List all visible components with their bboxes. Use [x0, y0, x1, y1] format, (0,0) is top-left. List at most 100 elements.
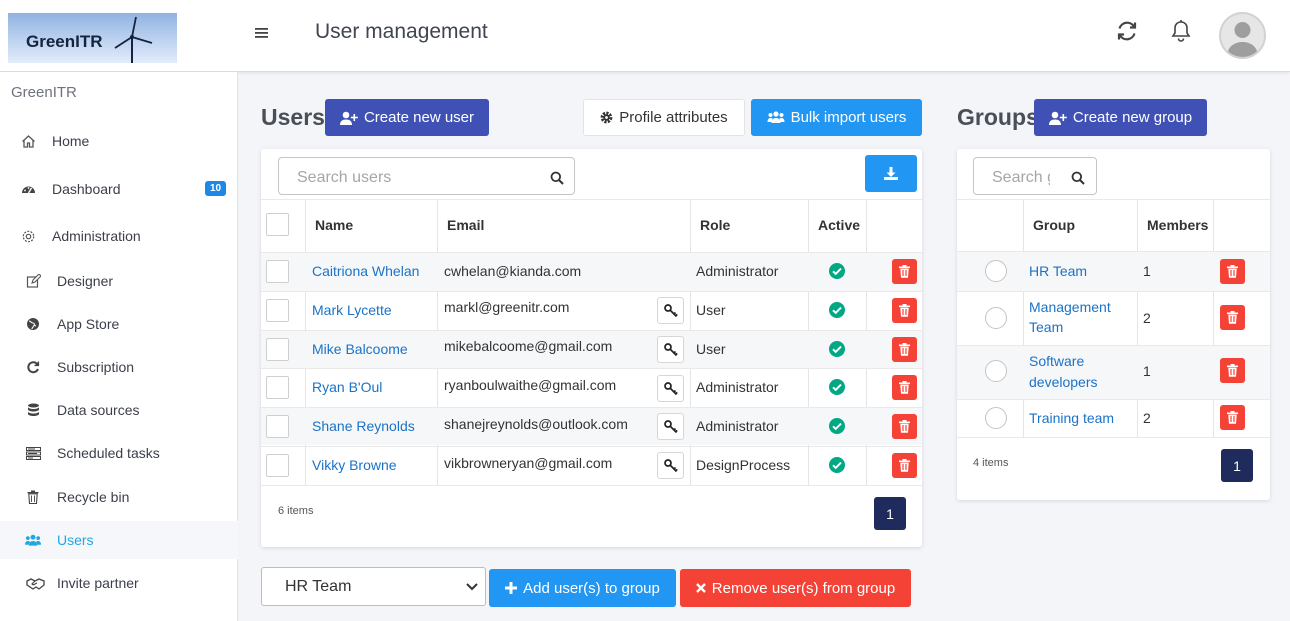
trash-icon	[1227, 265, 1238, 278]
delete-user-button[interactable]	[892, 453, 917, 478]
user-name-link[interactable]: Mike Balcoome	[312, 341, 408, 357]
page-button[interactable]: 1	[874, 497, 906, 530]
sidebar-item-dashboard[interactable]: Dashboard 10	[0, 170, 238, 208]
row-checkbox[interactable]	[266, 454, 289, 477]
group-select[interactable]: HR Team	[261, 567, 486, 606]
avatar[interactable]	[1219, 12, 1266, 59]
sidebar: GreenITR Home Dashboard 10 Administratio…	[0, 72, 238, 621]
reset-password-button[interactable]	[657, 297, 684, 324]
column-header-role[interactable]: Role	[700, 217, 730, 233]
delete-user-button[interactable]	[892, 414, 917, 439]
sidebar-item-scheduled-tasks[interactable]: Scheduled tasks	[0, 434, 238, 472]
sidebar-item-label: Data sources	[57, 402, 140, 418]
page-title: User management	[315, 20, 488, 43]
remove-from-group-button[interactable]: Remove user(s) from group	[680, 569, 911, 607]
sidebar-item-home[interactable]: Home	[0, 122, 238, 160]
sidebar-item-administration[interactable]: Administration	[0, 217, 238, 255]
column-header-name[interactable]: Name	[315, 217, 353, 233]
user-name-link[interactable]: Mark Lycette	[312, 302, 392, 318]
delete-user-button[interactable]	[892, 259, 917, 284]
reset-password-button[interactable]	[657, 452, 684, 479]
sidebar-item-designer[interactable]: Designer	[0, 262, 238, 300]
refresh-icon[interactable]	[1115, 19, 1139, 43]
divider	[957, 345, 1270, 346]
user-name-link[interactable]: Shane Reynolds	[312, 418, 415, 434]
row-checkbox[interactable]	[266, 376, 289, 399]
download-button[interactable]	[865, 155, 917, 192]
user-role: User	[696, 302, 726, 318]
column-header-members[interactable]: Members	[1147, 217, 1208, 233]
reset-password-button[interactable]	[657, 336, 684, 363]
group-name-link[interactable]: HR Team	[1029, 263, 1087, 279]
column-header-group[interactable]: Group	[1033, 217, 1075, 233]
trash-icon	[1227, 411, 1238, 424]
bulk-import-button[interactable]: Bulk import users	[751, 99, 922, 136]
delete-group-button[interactable]	[1220, 405, 1245, 430]
profile-attributes-button[interactable]: Profile attributes	[583, 99, 745, 136]
delete-group-button[interactable]	[1220, 259, 1245, 284]
page-button[interactable]: 1	[1221, 449, 1253, 482]
user-name-link[interactable]: Caitriona Whelan	[312, 263, 419, 279]
user-role: User	[696, 341, 726, 357]
user-email: ryanboulwaithe@gmail.com	[444, 377, 617, 393]
column-header-email[interactable]: Email	[447, 217, 484, 233]
group-name-link[interactable]: Training team	[1029, 410, 1114, 426]
top-bar: GreenITR User management	[0, 0, 1290, 72]
users-icon	[767, 111, 785, 123]
create-user-button[interactable]: Create new user	[325, 99, 489, 136]
divider	[261, 252, 922, 253]
sidebar-item-app-store[interactable]: App Store	[0, 305, 238, 343]
group-radio[interactable]	[985, 360, 1007, 382]
column-header-active[interactable]: Active	[818, 217, 860, 233]
user-role: Administrator	[696, 379, 779, 395]
reset-password-button[interactable]	[657, 375, 684, 402]
chevron-down-icon	[466, 583, 478, 591]
divider	[261, 368, 922, 369]
edit-icon	[25, 273, 41, 289]
row-checkbox[interactable]	[266, 260, 289, 283]
reset-password-button[interactable]	[657, 413, 684, 440]
sidebar-item-invite-partner[interactable]: Invite partner	[0, 564, 238, 602]
sidebar-item-subscription[interactable]: Subscription	[0, 348, 238, 386]
logo[interactable]: GreenITR	[8, 13, 177, 63]
users-search-input[interactable]: Search users	[278, 157, 575, 195]
delete-user-button[interactable]	[892, 337, 917, 362]
row-checkbox[interactable]	[266, 415, 289, 438]
divider	[261, 446, 922, 447]
row-checkbox[interactable]	[266, 338, 289, 361]
remove-from-group-label: Remove user(s) from group	[711, 579, 896, 597]
menu-icon[interactable]	[255, 23, 273, 43]
group-radio[interactable]	[985, 260, 1007, 282]
group-name-link[interactable]: developers	[1029, 374, 1098, 390]
bell-icon[interactable]	[1170, 19, 1194, 43]
user-name-link[interactable]: Ryan B'Oul	[312, 379, 382, 395]
add-to-group-button[interactable]: Add user(s) to group	[489, 569, 676, 607]
delete-user-button[interactable]	[892, 375, 917, 400]
divider	[957, 199, 1270, 200]
row-checkbox[interactable]	[266, 299, 289, 322]
sidebar-item-data-sources[interactable]: Data sources	[0, 391, 238, 429]
divider	[261, 291, 922, 292]
delete-group-button[interactable]	[1220, 358, 1245, 383]
sidebar-item-recycle-bin[interactable]: Recycle bin	[0, 478, 238, 516]
group-members: 1	[1143, 363, 1151, 379]
gear-icon	[600, 111, 613, 124]
group-name-link[interactable]: Software	[1029, 353, 1084, 369]
group-radio[interactable]	[985, 307, 1007, 329]
delete-group-button[interactable]	[1220, 305, 1245, 330]
group-name-link[interactable]: Team	[1029, 319, 1063, 335]
sidebar-item-label: Invite partner	[57, 575, 139, 591]
check-circle-icon	[829, 341, 845, 357]
user-name-link[interactable]: Vikky Browne	[312, 457, 397, 473]
create-group-button[interactable]: Create new group	[1034, 99, 1207, 136]
delete-user-button[interactable]	[892, 298, 917, 323]
groups-search-input[interactable]: Search groups	[973, 157, 1097, 195]
close-icon	[695, 583, 706, 593]
group-name-link[interactable]: Management	[1029, 299, 1111, 315]
group-radio[interactable]	[985, 407, 1007, 429]
sidebar-item-users[interactable]: Users	[0, 521, 238, 559]
divider	[957, 291, 1270, 292]
trash-icon	[1227, 364, 1238, 377]
select-all-checkbox[interactable]	[266, 213, 289, 236]
user-email: markl@greenitr.com	[444, 299, 570, 315]
